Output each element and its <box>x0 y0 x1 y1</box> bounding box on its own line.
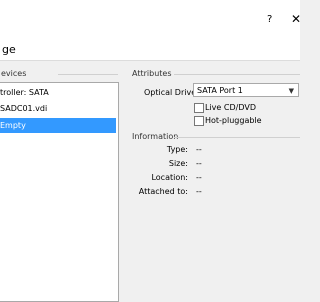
storage-devices-divider <box>58 74 118 75</box>
title-bar <box>0 0 300 34</box>
tree-item-label: troller: SATA <box>0 88 49 97</box>
information-label: Information <box>132 132 179 141</box>
tree-item-optical-empty[interactable]: Empty <box>0 118 116 133</box>
info-attached-key: Attached to: <box>138 187 188 196</box>
information-divider <box>174 137 300 138</box>
info-type-key: Type: <box>166 145 188 154</box>
info-type-value: -- <box>196 145 202 154</box>
page-header <box>0 34 300 61</box>
storage-tree[interactable]: troller: SATA SADC01.vdi Empty <box>0 82 119 302</box>
help-button[interactable]: ? <box>267 14 272 25</box>
hot-pluggable-label: Hot-pluggable <box>205 116 262 125</box>
attributes-divider <box>174 74 300 75</box>
info-location-value: -- <box>196 173 202 182</box>
close-button[interactable]: ✕ <box>291 12 301 26</box>
info-size-value: -- <box>196 159 202 168</box>
page-title: ge <box>2 43 16 56</box>
info-size-key: Size: <box>168 159 188 168</box>
tree-item-label: Empty <box>0 121 26 130</box>
chevron-down-icon: ▼ <box>288 87 294 95</box>
storage-devices-label: evices <box>1 69 27 78</box>
hot-pluggable-checkbox[interactable] <box>194 116 204 126</box>
live-cd-label: Live CD/DVD <box>205 103 256 112</box>
optical-drive-select[interactable]: SATA Port 1 ▼ <box>193 83 299 97</box>
live-cd-checkbox[interactable] <box>194 103 204 113</box>
info-attached-value: -- <box>196 187 202 196</box>
attributes-label: Attributes <box>132 69 172 78</box>
optical-drive-label: Optical Drive: <box>144 88 199 97</box>
tree-item-controller[interactable]: troller: SATA <box>0 85 49 100</box>
optical-drive-value: SATA Port 1 <box>197 86 243 95</box>
tree-item-disk[interactable]: SADC01.vdi <box>0 101 47 116</box>
tree-item-label: SADC01.vdi <box>0 104 48 113</box>
info-location-key: Location: <box>151 173 188 182</box>
